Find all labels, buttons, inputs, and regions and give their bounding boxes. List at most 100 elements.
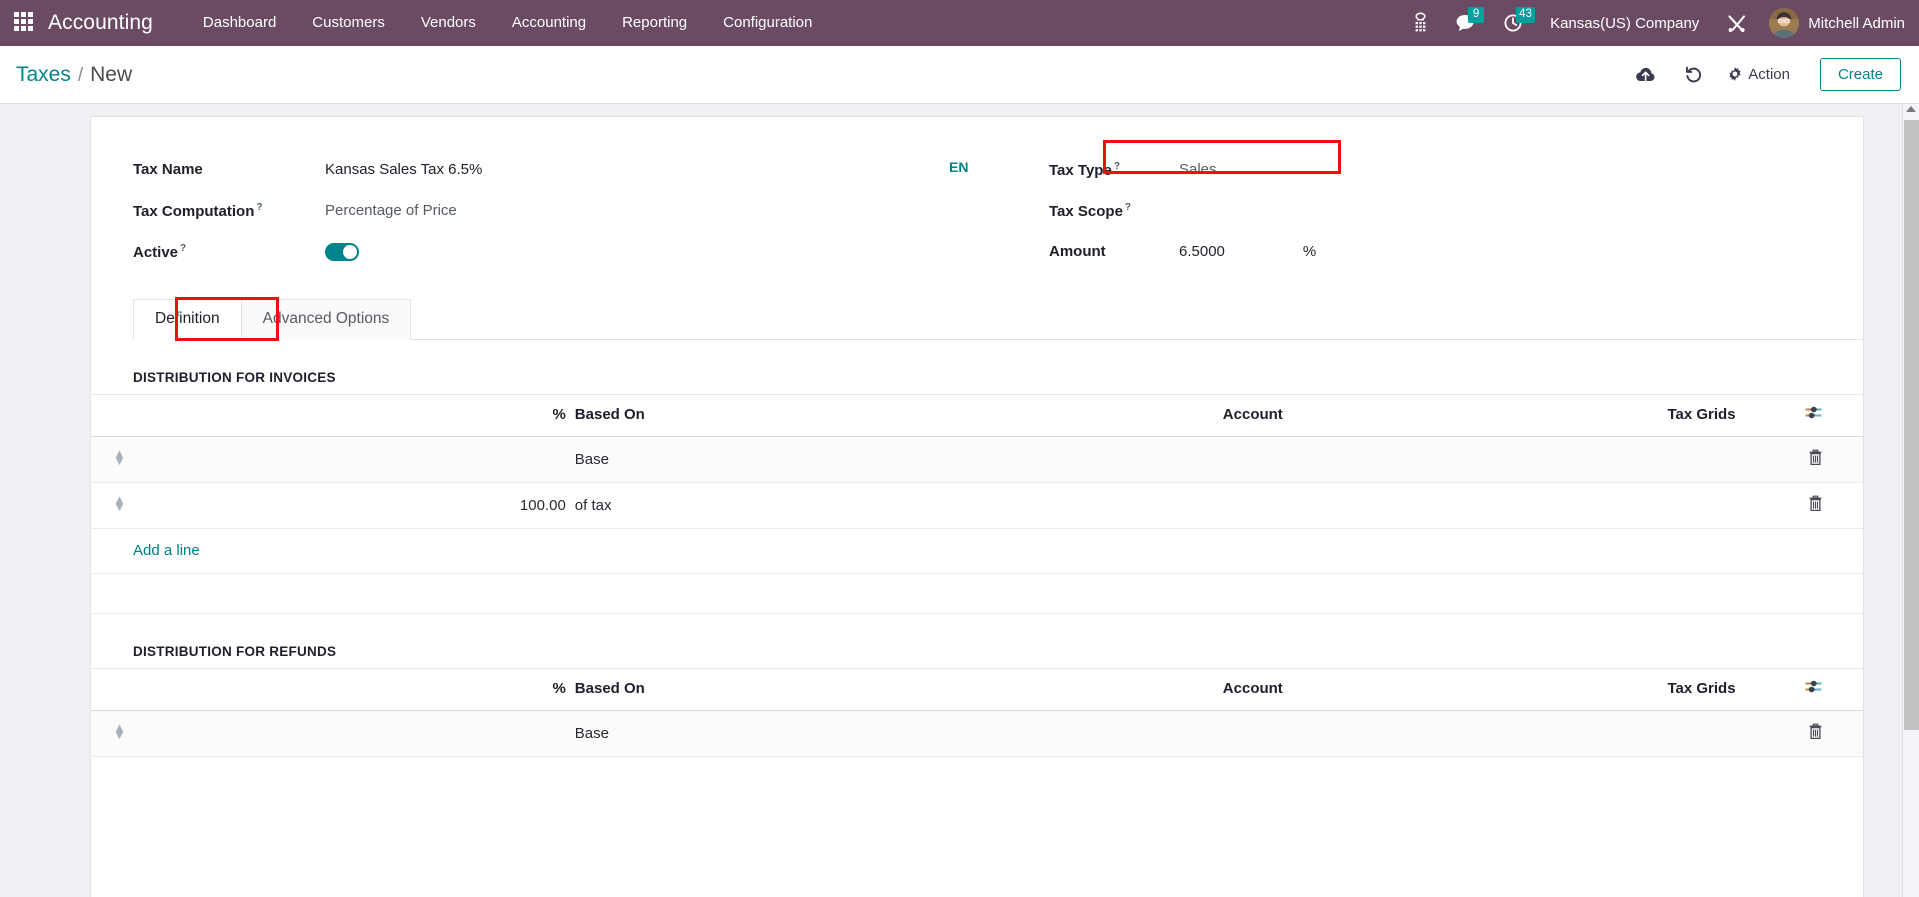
cell-delete (1740, 436, 1863, 483)
form-column-left: Tax Name Kansas Sales Tax 6.5% Tax Compu… (91, 149, 977, 272)
messages-badge: 9 (1468, 7, 1485, 23)
cell-tax-grids[interactable] (1287, 710, 1741, 757)
app-brand-accounting[interactable]: Accounting (48, 11, 153, 35)
th-percent[interactable]: % (161, 668, 566, 711)
menu-reporting[interactable]: Reporting (604, 0, 705, 46)
section-distribution-refunds: DISTRIBUTION FOR REFUNDS % Based On Acco… (91, 614, 1863, 757)
sliders-icon[interactable] (1804, 405, 1823, 420)
menu-configuration[interactable]: Configuration (705, 0, 830, 46)
breadcrumb-current: New (90, 62, 133, 86)
form-sheet: Tax Name Kansas Sales Tax 6.5% Tax Compu… (90, 116, 1864, 897)
menu-vendors[interactable]: Vendors (403, 0, 494, 46)
th-tax-grids[interactable]: Tax Grids (1287, 668, 1741, 711)
cell-based-on[interactable]: Base (565, 436, 811, 483)
cell-handle[interactable]: ▲ ▼ (91, 482, 162, 529)
cell-tax-grids[interactable] (1287, 436, 1741, 483)
cell-handle[interactable]: ▲ ▼ (91, 436, 162, 483)
table-spacer-row (91, 574, 1863, 614)
th-handle (91, 668, 162, 711)
notebook: Definition Advanced Options (91, 297, 1863, 341)
avatar (1769, 8, 1800, 38)
cell-account[interactable] (810, 482, 1288, 529)
section-title-invoices: DISTRIBUTION FOR INVOICES (133, 370, 336, 385)
th-based-on[interactable]: Based On (565, 668, 811, 711)
control-panel-actions: Action Create (1621, 58, 1901, 91)
cell-handle[interactable]: ▲ ▼ (91, 710, 162, 757)
table-row[interactable]: ▲ ▼ Base (91, 436, 1863, 483)
language-tag-en[interactable]: EN (949, 159, 968, 175)
field-label-active: Active? (133, 242, 187, 261)
field-value-tax-computation[interactable]: Percentage of Price (325, 202, 457, 219)
section-distribution-invoices: DISTRIBUTION FOR INVOICES % Based On Acc… (91, 340, 1863, 614)
company-switcher[interactable]: Kansas(US) Company (1536, 15, 1713, 32)
scrollbar-thumb[interactable] (1904, 120, 1919, 730)
trash-icon[interactable] (1808, 723, 1823, 740)
scroll-up-arrow-icon[interactable] (1906, 106, 1916, 112)
tab-definition[interactable]: Definition (133, 299, 242, 340)
cell-based-on[interactable]: of tax (565, 482, 811, 529)
form-header: Tax Name Kansas Sales Tax 6.5% Tax Compu… (91, 117, 1863, 272)
apps-grid-icon[interactable] (14, 12, 36, 34)
active-toggle[interactable] (325, 242, 359, 261)
top-navbar: Accounting Dashboard Customers Vendors A… (0, 0, 1919, 46)
add-a-line-invoices[interactable]: Add a line (91, 529, 1863, 574)
field-tax-computation: Tax Computation? Percentage of Price (133, 190, 977, 231)
th-options (1740, 394, 1863, 437)
amount-suffix-percent: % (1302, 243, 1317, 260)
cell-account[interactable] (810, 710, 1288, 757)
field-label-amount: Amount (1049, 243, 1106, 260)
cell-based-on[interactable]: Base (565, 710, 811, 757)
vertical-scrollbar[interactable] (1902, 104, 1919, 897)
action-menu[interactable]: Action (1717, 66, 1806, 83)
table-row[interactable]: ▲ ▼ Base (91, 710, 1863, 757)
help-icon-active[interactable]: ? (180, 243, 186, 254)
voip-phone-icon[interactable] (1399, 0, 1442, 46)
cell-delete (1740, 482, 1863, 529)
cell-delete (1740, 710, 1863, 757)
field-tax-type: Tax Type? Sales (1049, 140, 1863, 190)
th-account[interactable]: Account (810, 668, 1288, 711)
help-icon-tax-type[interactable]: ? (1114, 161, 1120, 172)
th-account[interactable]: Account (810, 394, 1288, 437)
drag-handle-icon[interactable]: ▲ ▼ (113, 447, 126, 467)
create-button[interactable]: Create (1819, 58, 1901, 91)
cell-percent[interactable] (161, 436, 566, 483)
th-options (1740, 668, 1863, 711)
drag-handle-icon[interactable]: ▲ ▼ (113, 721, 126, 741)
field-value-tax-type[interactable]: Sales (1179, 161, 1217, 178)
help-icon-tax-computation[interactable]: ? (256, 202, 262, 213)
tab-advanced-options[interactable]: Advanced Options (240, 299, 412, 340)
th-tax-grids[interactable]: Tax Grids (1287, 394, 1741, 437)
field-label-tax-name: Tax Name (133, 161, 203, 178)
field-value-amount[interactable]: 6.5000 (1179, 243, 1225, 260)
activities-clock-icon[interactable]: 43 (1490, 0, 1536, 46)
field-active: Active? (133, 231, 977, 272)
undo-icon[interactable] (1670, 65, 1717, 84)
section-title-refunds: DISTRIBUTION FOR REFUNDS (133, 644, 337, 659)
messages-icon[interactable]: 9 (1442, 0, 1490, 46)
control-panel: Taxes / New Action Create (0, 46, 1919, 104)
menu-accounting[interactable]: Accounting (494, 0, 604, 46)
cloud-upload-icon[interactable] (1621, 66, 1670, 84)
table-row[interactable]: ▲ ▼ 100.00 of tax (91, 482, 1863, 529)
th-percent[interactable]: % (161, 394, 566, 437)
user-menu[interactable]: Mitchell Admin (1761, 8, 1905, 38)
trash-icon[interactable] (1808, 495, 1823, 512)
help-icon-tax-scope[interactable]: ? (1125, 202, 1131, 213)
trash-icon[interactable] (1808, 449, 1823, 466)
th-based-on[interactable]: Based On (565, 394, 811, 437)
breadcrumb-taxes[interactable]: Taxes (16, 63, 71, 87)
field-value-tax-name[interactable]: Kansas Sales Tax 6.5% (325, 161, 482, 178)
menu-customers[interactable]: Customers (294, 0, 403, 46)
cell-account[interactable] (810, 436, 1288, 483)
menu-dashboard[interactable]: Dashboard (185, 0, 294, 46)
gear-icon (1727, 66, 1743, 83)
notebook-tabs: Definition Advanced Options (133, 297, 1863, 341)
drag-handle-icon[interactable]: ▲ ▼ (113, 493, 126, 513)
cell-percent[interactable] (161, 710, 566, 757)
cell-percent[interactable]: 100.00 (161, 482, 566, 529)
navbar-right-group: 9 43 Kansas(US) Company Mitchell Admin (1399, 0, 1905, 46)
cell-tax-grids[interactable] (1287, 482, 1741, 529)
wrench-screwdriver-icon[interactable] (1713, 0, 1761, 46)
sliders-icon[interactable] (1804, 679, 1823, 694)
